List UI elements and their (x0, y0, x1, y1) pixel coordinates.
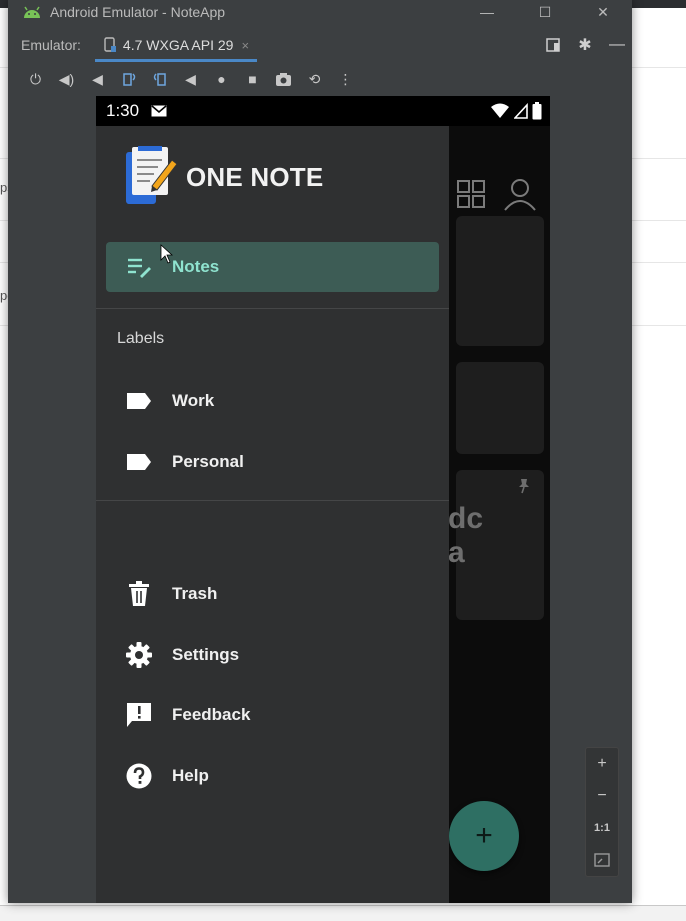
drawer-divider (96, 308, 449, 309)
drawer-item-help[interactable]: Help (96, 751, 449, 801)
tab-close-icon[interactable]: × (241, 38, 249, 53)
device-icon (104, 37, 116, 52)
window-title: Android Emulator - NoteApp (50, 4, 226, 20)
drawer-item-work-label: Work (172, 391, 215, 410)
help-icon (126, 763, 152, 789)
background-bottom-bar (0, 905, 686, 921)
tab-device-label: 4.7 WXGA API 29 (122, 37, 234, 53)
signal-icon (514, 103, 528, 119)
battery-icon (532, 102, 542, 120)
add-note-button[interactable]: + (449, 801, 519, 871)
feedback-icon (126, 702, 152, 728)
drawer-item-work[interactable]: Work (96, 376, 449, 426)
trash-icon (126, 581, 152, 607)
snapshot-icon[interactable]: ⟲ (299, 64, 330, 94)
maximize-button[interactable]: ☐ (516, 0, 574, 24)
mouse-cursor-icon (160, 244, 174, 264)
home-icon[interactable]: ● (206, 64, 237, 94)
note-card-title: dc (448, 502, 484, 535)
account-icon[interactable] (502, 176, 538, 212)
android-icon (24, 6, 40, 18)
gear-icon[interactable]: ✱ (576, 36, 594, 54)
drawer-item-personal-label: Personal (172, 452, 244, 471)
mail-icon (151, 105, 167, 117)
volume-up-icon[interactable]: ◀) (51, 64, 82, 94)
drawer-item-settings-label: Settings (172, 645, 240, 664)
notepad-logo-icon (126, 146, 178, 204)
zoom-fit-icon[interactable] (587, 846, 617, 874)
label-icon (126, 388, 152, 414)
tab-tools: ✱ — (544, 28, 626, 62)
back-icon[interactable]: ◀ (175, 64, 206, 94)
label-icon (126, 449, 152, 475)
title-bar: Android Emulator - NoteApp — ☐ ✕ (8, 0, 632, 24)
zoom-one-to-one-button[interactable]: 1:1 (587, 814, 617, 842)
power-icon[interactable]: ⏻ (20, 64, 51, 94)
navigation-drawer: ONE NOTE Notes Labels Work Personal Tras… (96, 126, 449, 903)
drawer-divider (96, 500, 449, 501)
drawer-item-trash-label: Trash (172, 584, 218, 603)
zoom-in-button[interactable]: + (587, 750, 617, 778)
tab-bar: Emulator: 4.7 WXGA API 29 × ✱ — (8, 28, 632, 62)
status-time: 1:30 (106, 101, 140, 120)
hide-icon[interactable]: — (608, 36, 626, 54)
system-icons (490, 102, 542, 120)
app-brand: ONE NOTE (124, 146, 323, 206)
pin-icon (519, 479, 529, 494)
status-bar: 1:30 (96, 96, 550, 126)
drawer-item-notes[interactable]: Notes (106, 242, 439, 292)
camera-icon[interactable] (268, 64, 299, 94)
wifi-icon (491, 103, 509, 118)
more-icon[interactable]: ⋮ (330, 64, 361, 94)
drawer-item-settings[interactable]: Settings (96, 630, 449, 680)
emulator-toolbar: ⏻ ◀) ◀ ◀ ● ■ ⟲ ⋮ (8, 64, 632, 94)
drawer-item-trash[interactable]: Trash (96, 569, 449, 619)
rotate-left-icon[interactable] (113, 64, 144, 94)
grid-view-icon[interactable] (456, 179, 486, 209)
gear-icon (126, 642, 152, 668)
notes-icon (128, 258, 151, 278)
emulator-label: Emulator: (21, 37, 81, 53)
drawer-item-feedback-label: Feedback (172, 705, 251, 724)
drawer-item-notes-label: Notes (172, 257, 220, 276)
device-screen[interactable]: 1:30 dc a + ONE NOTE Notes Labels Work P… (96, 96, 550, 903)
minimize-button[interactable]: — (458, 0, 516, 24)
note-card[interactable] (456, 216, 544, 346)
window-mode-icon[interactable] (544, 36, 562, 54)
app-name: ONE NOTE (186, 161, 324, 192)
drawer-item-help-label: Help (172, 766, 209, 785)
zoom-out-button[interactable]: − (587, 782, 617, 810)
labels-section-title: Labels (117, 330, 165, 347)
volume-down-icon[interactable]: ◀ (82, 64, 113, 94)
emulator-window: Android Emulator - NoteApp — ☐ ✕ Emulato… (8, 0, 632, 903)
note-card[interactable] (456, 362, 544, 454)
window-controls: — ☐ ✕ (458, 0, 632, 24)
note-card-title: a (448, 536, 465, 569)
drawer-item-feedback[interactable]: Feedback (96, 690, 449, 740)
rotate-right-icon[interactable] (144, 64, 175, 94)
app-top-actions (456, 176, 538, 212)
close-button[interactable]: ✕ (574, 0, 632, 24)
drawer-item-personal[interactable]: Personal (96, 437, 449, 487)
zoom-controls: + − 1:1 (585, 747, 619, 877)
note-card[interactable] (456, 470, 544, 620)
tab-device[interactable]: 4.7 WXGA API 29 × (94, 28, 258, 62)
overview-icon[interactable]: ■ (237, 64, 268, 94)
